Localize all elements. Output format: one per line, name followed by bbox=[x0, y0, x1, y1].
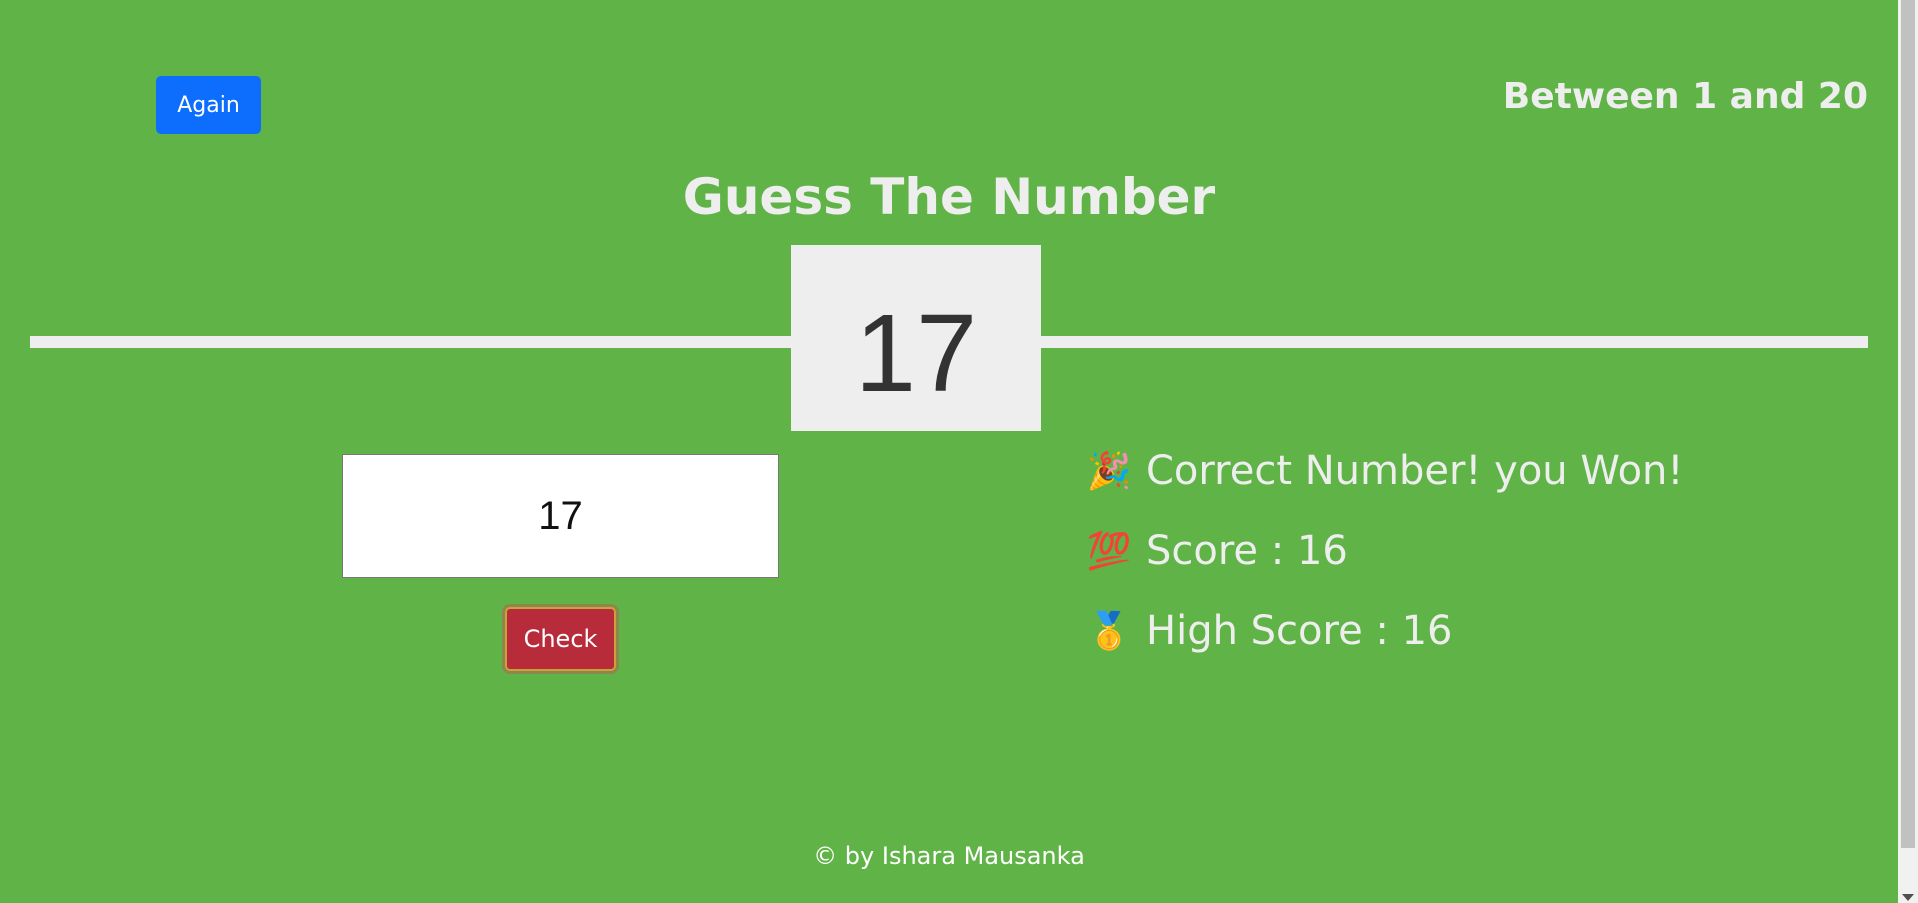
medal-icon: 🥇 bbox=[1086, 611, 1132, 652]
page-title: Guess The Number bbox=[682, 168, 1216, 226]
party-popper-icon: 🎉 bbox=[1086, 451, 1132, 492]
hundred-points-icon: 💯 bbox=[1086, 531, 1132, 572]
footer-credit: © by Ishara Mausanka bbox=[813, 842, 1085, 870]
secret-number-box: 17 bbox=[791, 245, 1041, 431]
range-hint: Between 1 and 20 bbox=[1502, 76, 1868, 117]
scrollbar-thumb[interactable] bbox=[1901, 0, 1915, 848]
vertical-scrollbar[interactable] bbox=[1898, 0, 1918, 903]
scroll-down-arrow-icon[interactable] bbox=[1902, 894, 1914, 901]
score-row: 💯 Score : 16 bbox=[1084, 528, 1348, 574]
again-button[interactable]: Again bbox=[156, 76, 261, 134]
secret-number: 17 bbox=[854, 291, 978, 415]
score-text: Score : 16 bbox=[1146, 528, 1348, 574]
highscore-row: 🥇 High Score : 16 bbox=[1084, 608, 1453, 654]
guess-input[interactable] bbox=[342, 454, 779, 578]
highscore-text: High Score : 16 bbox=[1146, 608, 1453, 654]
message-row: 🎉 Correct Number! you Won! bbox=[1084, 448, 1684, 494]
check-button[interactable]: Check bbox=[505, 607, 616, 671]
status-message: Correct Number! you Won! bbox=[1146, 448, 1684, 494]
